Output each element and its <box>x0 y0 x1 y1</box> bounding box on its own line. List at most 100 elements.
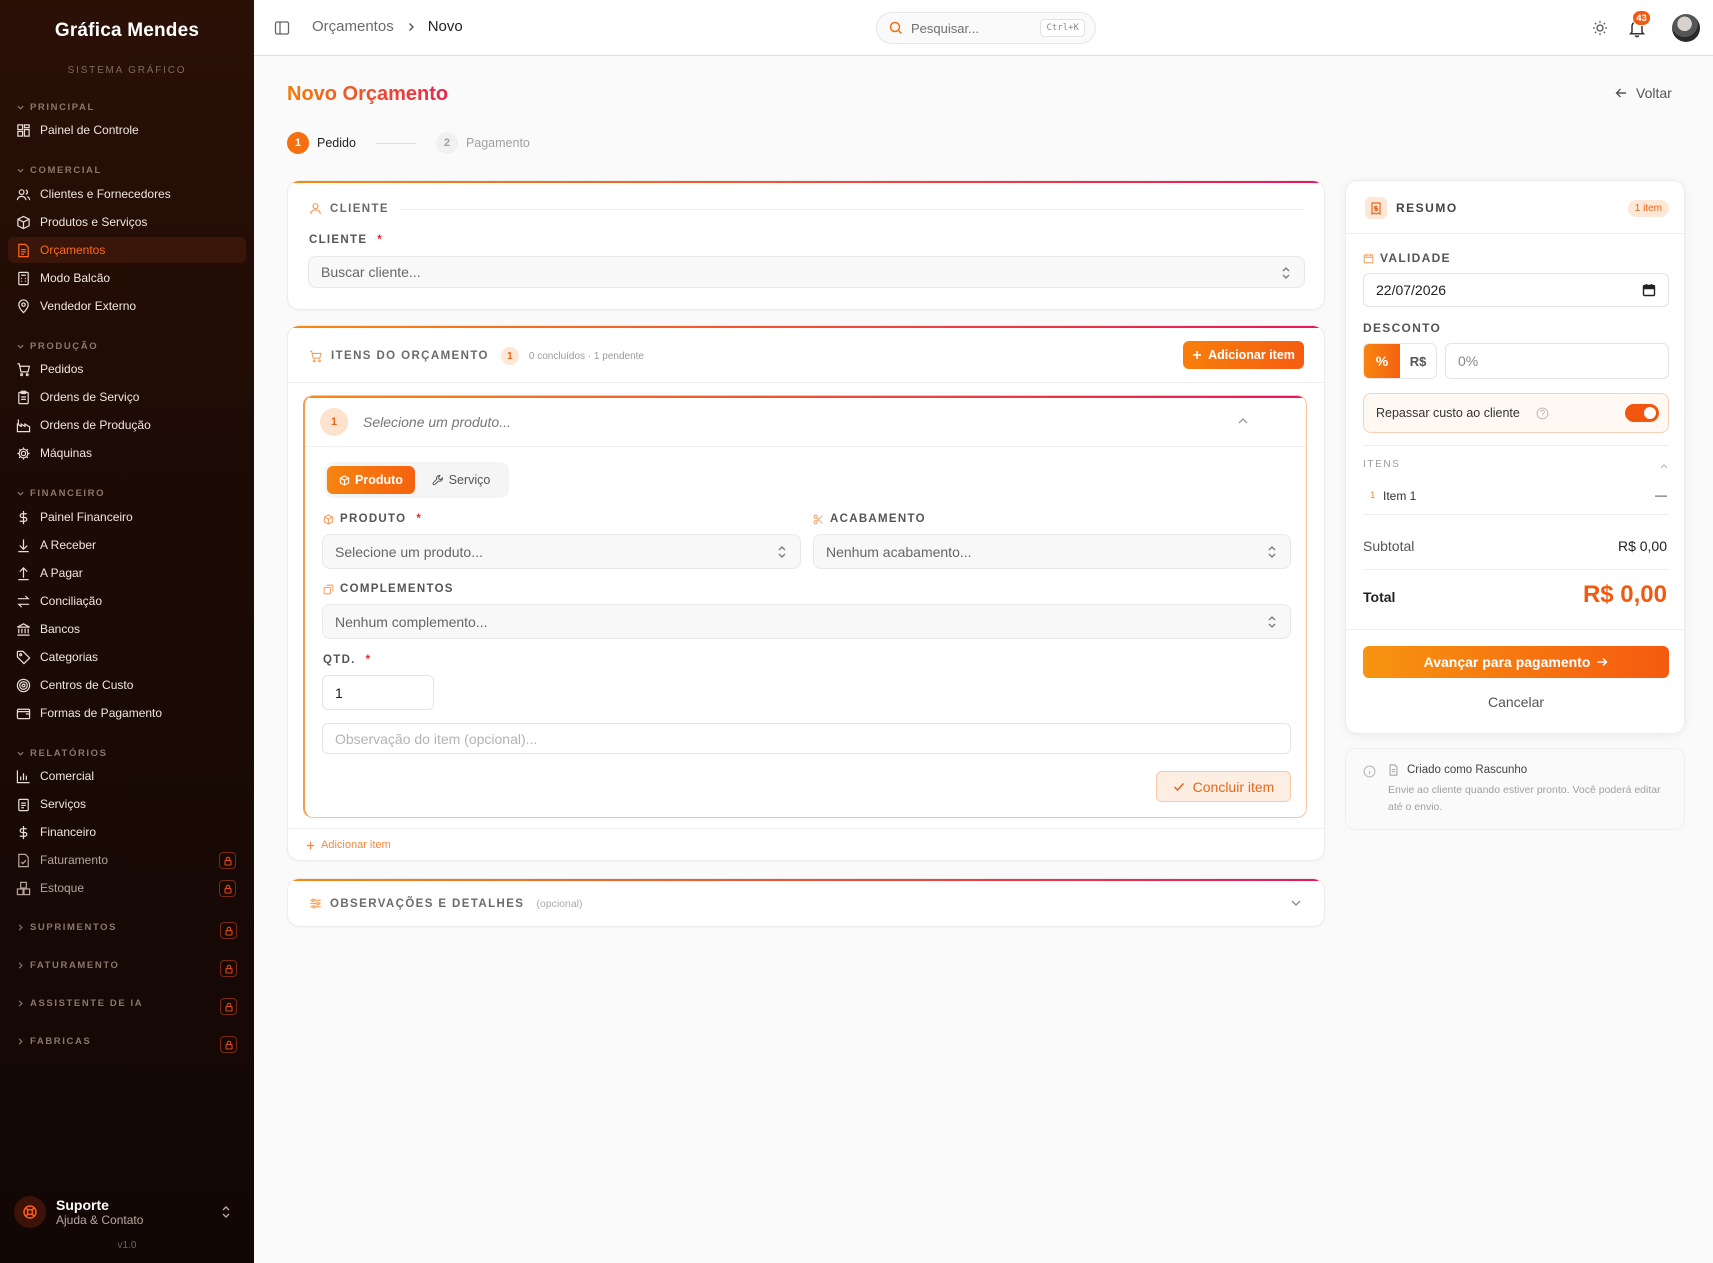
section-suprimentos[interactable]: SUPRIMENTOS <box>16 922 238 933</box>
lock-icon <box>220 998 237 1015</box>
sidebar-item-pedidos[interactable]: Pedidos <box>8 356 246 382</box>
sidebar-item-orcamentos[interactable]: Orçamentos <box>8 237 246 263</box>
sidebar-item-vendedor[interactable]: Vendedor Externo <box>8 293 246 319</box>
discount-input[interactable]: 0% <box>1445 343 1669 379</box>
total-value: R$ 0,00 <box>1582 581 1667 608</box>
type-product-button[interactable]: Produto <box>327 466 415 494</box>
item-note-input[interactable]: Observação do item (opcional)... <box>322 723 1291 754</box>
sidebar-item-clientes[interactable]: Clientes e Fornecedores <box>8 181 246 207</box>
sidebar-item-centros[interactable]: Centros de Custo <box>8 672 246 698</box>
subtotal-label: Subtotal <box>1363 538 1415 554</box>
cancel-button[interactable]: Cancelar <box>1363 694 1669 710</box>
divider <box>288 382 1324 383</box>
sidebar-item-label: Ordens de Serviço <box>40 390 140 404</box>
search-icon <box>889 21 903 35</box>
section-producao[interactable]: PRODUÇÃO <box>16 341 98 352</box>
proceed-to-payment-button[interactable]: Avançar para pagamento <box>1363 646 1669 678</box>
complements-select[interactable]: Nenhum complemento... <box>322 604 1291 639</box>
sidebar-item-bancos[interactable]: Bancos <box>8 616 246 642</box>
items-list-label: ITENS <box>1363 459 1401 470</box>
search-bar[interactable]: Pesquisar... Ctrl+K <box>876 12 1096 44</box>
sidebar-item-formas[interactable]: Formas de Pagamento <box>8 700 246 726</box>
section-assistente-ia[interactable]: ASSISTENTE DE IA <box>16 998 143 1009</box>
client-search-select[interactable]: Buscar cliente... <box>308 256 1305 288</box>
section-fabricas[interactable]: FABRICAS <box>16 1036 91 1047</box>
sidebar-item-rel-servicos[interactable]: Serviços <box>8 791 246 817</box>
finish-select[interactable]: Nenhum acabamento... <box>813 534 1291 569</box>
section-principal[interactable]: PRINCIPAL <box>16 102 95 113</box>
sidebar-item-categorias[interactable]: Categorias <box>8 644 246 670</box>
clipboard-list-icon <box>18 798 29 811</box>
page-title: Novo Orçamento <box>287 83 449 105</box>
product-select[interactable]: Selecione um produto... <box>322 534 801 569</box>
sidebar-item-pagar[interactable]: A Pagar <box>8 560 246 586</box>
discount-brl-button[interactable]: R$ <box>1400 344 1436 378</box>
item-type-toggle: Produto Serviço <box>325 462 509 498</box>
sidebar-item-maquinas[interactable]: Máquinas <box>8 440 246 466</box>
breadcrumb-orcamentos[interactable]: Orçamentos <box>312 18 394 35</box>
section-label: COMERCIAL <box>30 165 102 176</box>
sidebar-item-balcao[interactable]: Modo Balcão <box>8 265 246 291</box>
calculator-icon <box>18 271 29 285</box>
section-label: ASSISTENTE DE IA <box>30 998 144 1009</box>
chevron-right-icon <box>18 962 23 969</box>
notes-card[interactable]: OBSERVAÇÕES E DETALHES (opcional) <box>287 878 1325 927</box>
select-placeholder: Nenhum complemento... <box>335 613 488 630</box>
sidebar-item-rel-comercial[interactable]: Comercial <box>8 763 246 789</box>
item-accent <box>305 396 1306 398</box>
chevron-right-icon <box>18 1000 23 1007</box>
section-comercial[interactable]: COMERCIAL <box>16 165 102 176</box>
notification-badge: 43 <box>1632 10 1651 26</box>
dollar-icon <box>19 825 28 839</box>
pass-cost-label: Repassar custo ao cliente <box>1376 406 1520 420</box>
bank-icon <box>17 622 30 636</box>
sidebar-item-label: Produtos e Serviços <box>40 215 148 229</box>
sidebar-item-painel[interactable]: Painel de Controle <box>8 117 246 143</box>
link-label: Adicionar item <box>321 839 391 851</box>
sun-icon[interactable] <box>1592 20 1608 36</box>
chevron-up-icon[interactable] <box>1237 416 1249 426</box>
section-faturamento[interactable]: FATURAMENTO <box>16 960 120 971</box>
sidebar-item-op[interactable]: Ordens de Produção <box>8 412 246 438</box>
chevron-down-icon <box>17 168 24 173</box>
chevrons-up-down-icon <box>1282 267 1290 279</box>
summary-title: RESUMO <box>1396 201 1458 215</box>
section-title: ITENS DO ORÇAMENTO <box>331 350 489 362</box>
section-relatorios[interactable]: RELATÓRIOS <box>16 748 108 759</box>
required-mark: * <box>416 513 423 525</box>
discount-percent-button[interactable]: % <box>1364 344 1400 378</box>
wrench-icon <box>432 474 443 486</box>
help-circle-icon[interactable] <box>1536 407 1549 420</box>
sidebar-item-produtos[interactable]: Produtos e Serviços <box>8 209 246 235</box>
avatar[interactable] <box>1672 14 1700 42</box>
lifebuoy-icon <box>14 1196 46 1228</box>
pass-cost-toggle[interactable] <box>1625 404 1659 422</box>
chevron-up-icon[interactable] <box>1659 462 1669 470</box>
breadcrumb: Orçamentos Novo <box>312 18 463 35</box>
sidebar-item-conciliacao[interactable]: Conciliação <box>8 588 246 614</box>
sidebar-item-rel-financeiro[interactable]: Financeiro <box>8 819 246 845</box>
button-label: Concluir item <box>1192 778 1275 795</box>
done-item-button[interactable]: Concluir item <box>1156 771 1291 802</box>
support-menu[interactable]: Suporte Ajuda & Contato <box>14 1190 240 1234</box>
add-item-link[interactable]: Adicionar item <box>306 839 391 851</box>
section-financeiro[interactable]: FINANCEIRO <box>16 488 105 499</box>
back-button[interactable]: Voltar <box>1614 85 1672 101</box>
sidebar-item-rel-faturamento[interactable]: Faturamento <box>8 847 246 873</box>
sidebar-toggle-icon[interactable] <box>274 20 290 36</box>
target-icon <box>16 678 31 692</box>
label-text: CLIENTE <box>309 234 368 246</box>
sidebar-item-os[interactable]: Ordens de Serviço <box>8 384 246 410</box>
label-text: VALIDADE <box>1380 251 1451 265</box>
sidebar-item-painel-financeiro[interactable]: Painel Financeiro <box>8 504 246 530</box>
add-item-button[interactable]: Adicionar item <box>1183 341 1304 369</box>
qty-input[interactable]: 1 <box>322 675 434 710</box>
validity-date-input[interactable]: 22/07/2026 <box>1363 273 1669 307</box>
total-label: Total <box>1363 589 1396 605</box>
package-icon <box>17 215 30 229</box>
section-label: FINANCEIRO <box>30 488 106 499</box>
sidebar-item-rel-estoque[interactable]: Estoque <box>8 875 246 901</box>
sidebar-item-receber[interactable]: A Receber <box>8 532 246 558</box>
type-service-button[interactable]: Serviço <box>417 466 505 494</box>
client-field-label: CLIENTE * <box>309 234 383 246</box>
